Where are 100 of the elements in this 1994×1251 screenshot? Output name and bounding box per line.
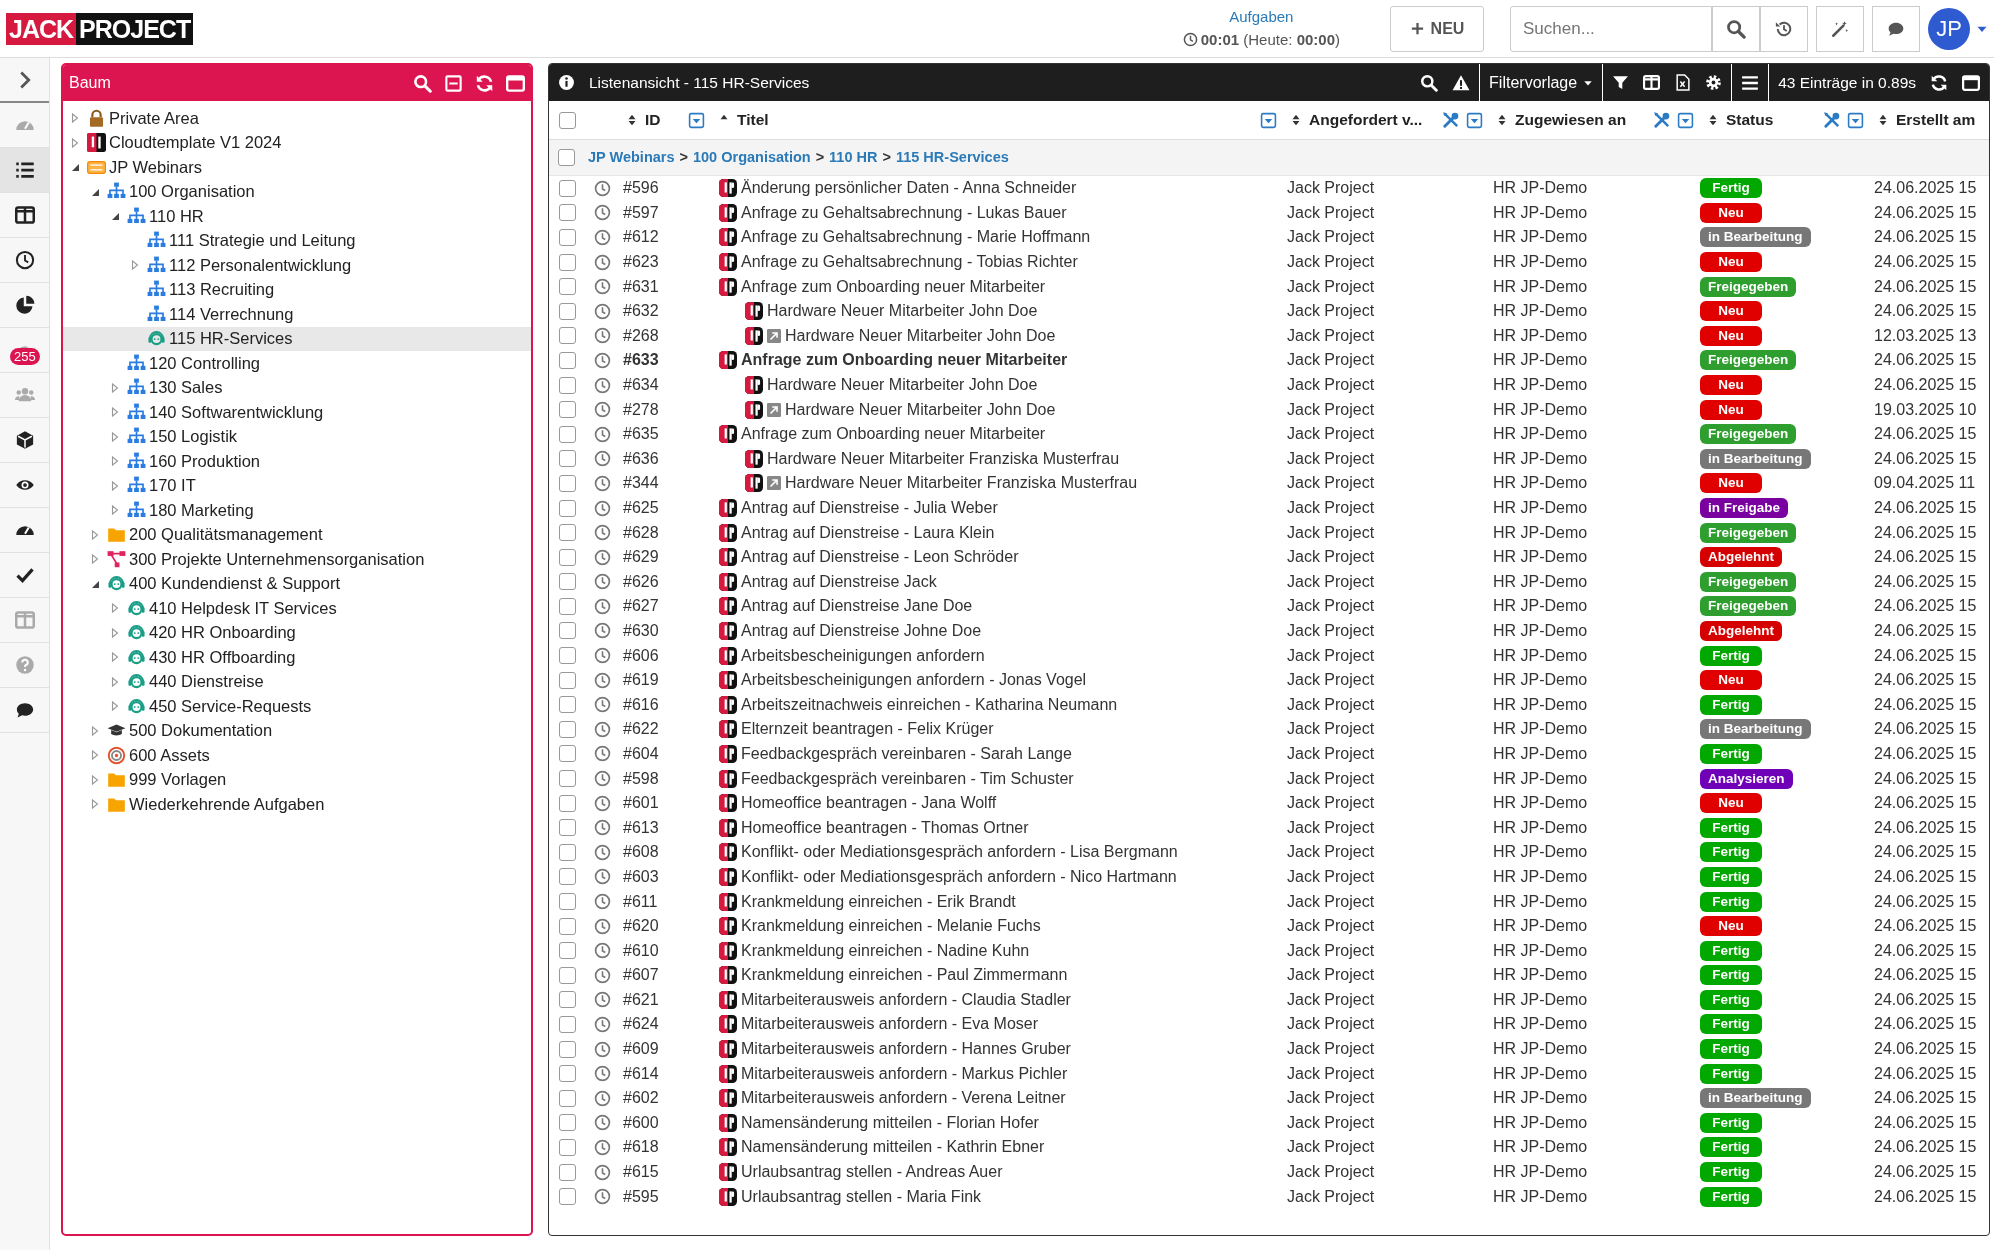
clock-icon[interactable] (593, 1114, 611, 1132)
tools-icon[interactable] (1653, 111, 1671, 129)
column-header[interactable]: Erstellt am (1896, 108, 1976, 132)
clock-icon[interactable] (593, 991, 611, 1009)
clock-icon[interactable] (593, 351, 611, 369)
search-button[interactable] (1712, 5, 1760, 52)
row-checkbox[interactable] (558, 770, 576, 788)
row-checkbox[interactable] (558, 868, 576, 886)
task-title[interactable]: Urlaubsantrag stellen - Maria Fink (741, 1184, 982, 1209)
clock-icon[interactable] (593, 376, 611, 394)
row-checkbox[interactable] (558, 278, 576, 296)
task-title[interactable]: Mitarbeiterausweis anfordern - Claudia Stadler (741, 987, 1071, 1012)
task-title[interactable]: Arbeitszeitnachweis einreichen - Katharina Neumann (741, 692, 1118, 717)
filter-dropdown-icon[interactable] (1466, 111, 1483, 129)
task-title[interactable]: Namensänderung mitteilen - Kathrin Ebner (741, 1135, 1045, 1160)
task-title[interactable]: Homeoffice beantragen - Thomas Ortner (741, 815, 1029, 840)
row-checkbox[interactable] (558, 720, 576, 738)
collapsed-toggle-icon[interactable] (109, 430, 121, 443)
clock-icon[interactable] (593, 425, 611, 443)
clock-icon[interactable] (593, 499, 611, 517)
tree-item[interactable]: 111 Strategie und Leitung (63, 228, 531, 253)
warning-icon[interactable] (1452, 73, 1471, 92)
tree-item[interactable]: 500 Dokumentation (63, 718, 531, 743)
row-checkbox[interactable] (558, 1040, 576, 1058)
collapse-icon[interactable] (444, 73, 463, 93)
clock-icon[interactable] (593, 868, 611, 886)
tree-item[interactable]: 112 Personalentwicklung (63, 253, 531, 278)
tree-item[interactable]: Wiederkehrende Aufgaben (63, 792, 531, 817)
collapsed-toggle-icon[interactable] (109, 675, 121, 688)
task-title[interactable]: Anfrage zum Onboarding neuer Mitarbeiter (741, 422, 1046, 447)
clock-icon[interactable] (593, 1065, 611, 1083)
clock-icon[interactable] (593, 524, 611, 542)
row-checkbox[interactable] (558, 1114, 576, 1132)
clock-icon[interactable] (593, 401, 611, 419)
task-title[interactable]: Feedbackgespräch vereinbaren - Tim Schuster (741, 766, 1074, 791)
row-checkbox[interactable] (558, 745, 576, 763)
filter-dropdown-icon[interactable] (688, 111, 705, 129)
task-title[interactable]: Mitarbeiterausweis anfordern - Eva Moser (741, 1012, 1038, 1037)
tree-item[interactable]: 114 Verrechnung (63, 302, 531, 327)
task-title[interactable]: Anfrage zu Gehaltsabrechnung - Marie Hoffmann (741, 225, 1091, 250)
row-checkbox[interactable] (558, 1163, 576, 1181)
settings-icon[interactable] (1705, 74, 1723, 91)
info-icon[interactable] (558, 74, 575, 91)
clock-icon[interactable] (593, 1089, 611, 1107)
tree-item[interactable]: 180 Marketing (63, 498, 531, 523)
history-button[interactable] (1760, 5, 1808, 52)
breadcrumb-link[interactable]: 100 Organisation (693, 146, 811, 169)
task-title[interactable]: Hardware Neuer Mitarbeiter Franziska Musterfrau (785, 471, 1138, 496)
tree-item[interactable]: 113 Recruiting (63, 277, 531, 302)
clock-icon[interactable] (593, 302, 611, 320)
task-title[interactable]: Krankmeldung einreichen - Melanie Fuchs (741, 914, 1041, 939)
task-title[interactable]: Antrag auf Dienstreise - Leon Schröder (741, 545, 1019, 570)
row-checkbox[interactable] (558, 647, 576, 665)
clock-icon[interactable] (593, 1040, 611, 1058)
column-header[interactable]: Angefordert v... (1309, 108, 1423, 132)
new-button[interactable]: NEU (1390, 5, 1484, 52)
filter-dropdown-icon[interactable] (1677, 111, 1694, 129)
refresh-icon[interactable] (1930, 73, 1948, 92)
collapsed-toggle-icon[interactable] (109, 504, 121, 517)
tools-icon[interactable] (1442, 111, 1460, 129)
clock-icon[interactable] (593, 942, 611, 960)
task-title[interactable]: Antrag auf Dienstreise Johne Doe (741, 619, 982, 643)
clock-icon[interactable] (593, 204, 611, 222)
task-title[interactable]: Mitarbeiterausweis anfordern - Verena Leitner (741, 1086, 1066, 1111)
tree-item[interactable]: 160 Produktion (63, 449, 531, 474)
tree-item[interactable]: 200 Qualitätsmanagement (63, 522, 531, 547)
clock-icon[interactable] (593, 745, 611, 763)
clock-icon[interactable] (593, 597, 611, 615)
row-checkbox[interactable] (558, 794, 576, 812)
clock-icon[interactable] (593, 671, 611, 689)
collapsed-toggle-icon[interactable] (109, 479, 121, 492)
tree-item[interactable]: 430 HR Offboarding (63, 645, 531, 670)
clock-icon[interactable] (593, 1016, 611, 1033)
tree-item[interactable]: 999 Vorlagen (63, 767, 531, 792)
clock-icon[interactable] (593, 474, 611, 492)
row-checkbox[interactable] (558, 622, 576, 640)
row-checkbox[interactable] (558, 499, 576, 517)
collapsed-toggle-icon[interactable] (109, 651, 121, 664)
task-title[interactable]: Hardware Neuer Mitarbeiter Franziska Musterfrau (767, 446, 1120, 471)
tree-item[interactable]: 170 IT (63, 473, 531, 498)
task-title[interactable]: Elternzeit beantragen - Felix Krüger (741, 717, 994, 742)
tree-item[interactable]: Private Area (63, 106, 531, 131)
tree-item[interactable]: 140 Softwarentwicklung (63, 400, 531, 425)
tree-item[interactable]: 115 HR-Services (63, 326, 531, 351)
clock-icon[interactable] (593, 647, 611, 665)
clock-icon[interactable] (593, 622, 611, 640)
breadcrumb-link[interactable]: 110 HR (829, 146, 878, 169)
row-checkbox[interactable] (558, 1089, 576, 1107)
collapsed-toggle-icon[interactable] (109, 700, 121, 713)
columns-icon[interactable] (1643, 74, 1661, 91)
task-title[interactable]: Antrag auf Dienstreise Jane Doe (741, 594, 973, 619)
task-title[interactable]: Namensänderung mitteilen - Florian Hofer (741, 1110, 1039, 1135)
task-title[interactable]: Hardware Neuer Mitarbeiter John Doe (785, 397, 1056, 422)
row-checkbox[interactable] (558, 696, 576, 714)
search-icon[interactable] (1420, 73, 1439, 92)
clock-icon[interactable] (593, 278, 611, 296)
task-title[interactable]: Anfrage zum Onboarding neuer Mitarbeiter (741, 274, 1046, 299)
clock-icon[interactable] (593, 893, 611, 910)
clock-icon[interactable] (593, 1163, 611, 1181)
row-checkbox[interactable] (558, 1188, 576, 1206)
